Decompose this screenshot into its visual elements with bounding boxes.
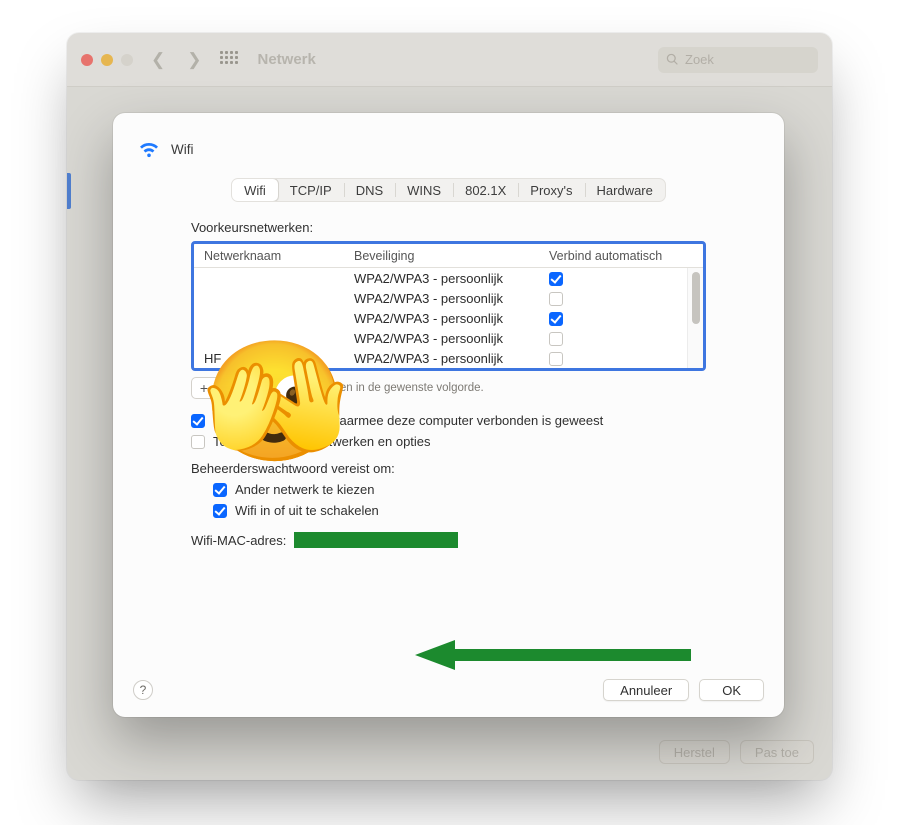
auto-join-checkbox[interactable] bbox=[549, 272, 563, 286]
censor-emoji-icon: 🫣 bbox=[202, 343, 349, 461]
tab-bar: WifiTCP/IPDNSWINS802.1XProxy'sHardware bbox=[137, 178, 760, 202]
network-security: WPA2/WPA3 - persoonlijk bbox=[344, 291, 539, 306]
network-auto-cell bbox=[539, 350, 703, 366]
admin-option-label: Wifi in of uit te schakelen bbox=[235, 503, 379, 518]
table-row[interactable]: WPA2/WPA3 - persoonlijk bbox=[194, 308, 703, 328]
table-header: Netwerknaam Beveiliging Verbind automati… bbox=[194, 244, 703, 268]
ok-button[interactable]: OK bbox=[699, 679, 764, 701]
tab-8021x[interactable]: 802.1X bbox=[453, 179, 518, 201]
col-security[interactable]: Beveiliging bbox=[344, 249, 539, 263]
cancel-button[interactable]: Annuleer bbox=[603, 679, 689, 701]
tab-wins[interactable]: WINS bbox=[395, 179, 453, 201]
tab-proxys[interactable]: Proxy's bbox=[518, 179, 584, 201]
network-auto-cell bbox=[539, 310, 703, 326]
auto-join-checkbox[interactable] bbox=[549, 332, 563, 346]
auto-join-checkbox[interactable] bbox=[549, 312, 563, 326]
network-security: WPA2/WPA3 - persoonlijk bbox=[344, 311, 539, 326]
wifi-icon bbox=[137, 135, 161, 164]
admin-option-checkbox[interactable] bbox=[213, 483, 227, 497]
mac-address-label: Wifi-MAC-adres: bbox=[191, 533, 286, 548]
table-scrollbar[interactable] bbox=[687, 268, 703, 368]
help-button[interactable]: ? bbox=[133, 680, 153, 700]
sheet-title: Wifi bbox=[171, 142, 194, 157]
network-auto-cell bbox=[539, 290, 703, 306]
table-row[interactable]: WPA2/WPA3 - persoonlijk bbox=[194, 268, 703, 288]
table-row[interactable]: WPA2/WPA3 - persoonlijk bbox=[194, 288, 703, 308]
network-security: WPA2/WPA3 - persoonlijk bbox=[344, 331, 539, 346]
admin-option-label: Ander netwerk te kiezen bbox=[235, 482, 374, 497]
admin-option-checkbox[interactable] bbox=[213, 504, 227, 518]
tab-wifi[interactable]: Wifi bbox=[231, 178, 279, 202]
col-auto[interactable]: Verbind automatisch bbox=[539, 249, 703, 263]
tab-dns[interactable]: DNS bbox=[344, 179, 395, 201]
tab-hardware[interactable]: Hardware bbox=[585, 179, 665, 201]
annotation-arrow-icon bbox=[415, 640, 695, 678]
mac-address-redacted bbox=[294, 532, 458, 548]
auto-join-checkbox[interactable] bbox=[549, 352, 563, 366]
tab-tcpip[interactable]: TCP/IP bbox=[278, 179, 344, 201]
network-security: WPA2/WPA3 - persoonlijk bbox=[344, 271, 539, 286]
preferred-networks-label: Voorkeursnetwerken: bbox=[191, 220, 706, 235]
admin-option[interactable]: Ander netwerk te kiezen bbox=[213, 482, 706, 497]
network-auto-cell bbox=[539, 270, 703, 286]
admin-option[interactable]: Wifi in of uit te schakelen bbox=[213, 503, 706, 518]
scrollbar-thumb[interactable] bbox=[692, 272, 700, 324]
network-auto-cell bbox=[539, 330, 703, 346]
col-name[interactable]: Netwerknaam bbox=[194, 249, 344, 263]
auto-join-checkbox[interactable] bbox=[549, 292, 563, 306]
network-security: WPA2/WPA3 - persoonlijk bbox=[344, 351, 539, 366]
